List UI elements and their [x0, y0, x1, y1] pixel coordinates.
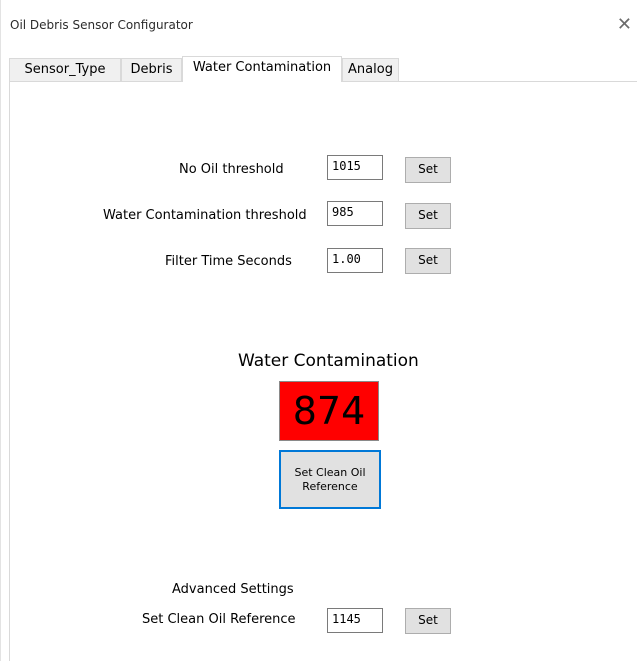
clean-oil-reference-set-button[interactable]: Set — [405, 608, 451, 634]
water-threshold-input[interactable]: 985 — [327, 201, 383, 226]
app-window: Oil Debris Sensor Configurator ✕ Sensor_… — [0, 0, 637, 661]
tab-strip: Sensor_Type Debris Water Contamination A… — [9, 56, 637, 82]
no-oil-threshold-input[interactable]: 1015 — [327, 155, 383, 180]
tab-panel — [9, 81, 637, 661]
water-threshold-set-button[interactable]: Set — [405, 203, 451, 229]
tab-water-contamination[interactable]: Water Contamination — [182, 56, 342, 82]
tab-sensor-type[interactable]: Sensor_Type — [9, 58, 121, 81]
set-clean-oil-reference-button[interactable]: Set Clean Oil Reference — [279, 450, 381, 509]
filter-time-set-button[interactable]: Set — [405, 248, 451, 274]
water-threshold-label: Water Contamination threshold — [103, 208, 307, 223]
title-bar: Oil Debris Sensor Configurator ✕ — [1, 12, 637, 42]
close-icon[interactable]: ✕ — [617, 16, 632, 34]
filter-time-label: Filter Time Seconds — [165, 254, 292, 269]
reference-button-line2: Reference — [302, 480, 358, 493]
filter-time-input[interactable]: 1.00 — [327, 248, 383, 273]
tab-debris[interactable]: Debris — [121, 58, 182, 81]
advanced-settings-heading: Advanced Settings — [172, 582, 294, 597]
tab-analog[interactable]: Analog — [342, 58, 399, 81]
no-oil-set-button[interactable]: Set — [405, 157, 451, 183]
clean-oil-reference-input[interactable]: 1145 — [327, 608, 383, 633]
water-contamination-heading: Water Contamination — [238, 351, 419, 371]
window-title: Oil Debris Sensor Configurator — [10, 18, 193, 32]
no-oil-threshold-label: No Oil threshold — [179, 162, 284, 177]
clean-oil-reference-label: Set Clean Oil Reference — [142, 612, 296, 627]
reference-button-line1: Set Clean Oil — [294, 466, 366, 479]
water-contamination-reading: 874 — [279, 381, 379, 441]
